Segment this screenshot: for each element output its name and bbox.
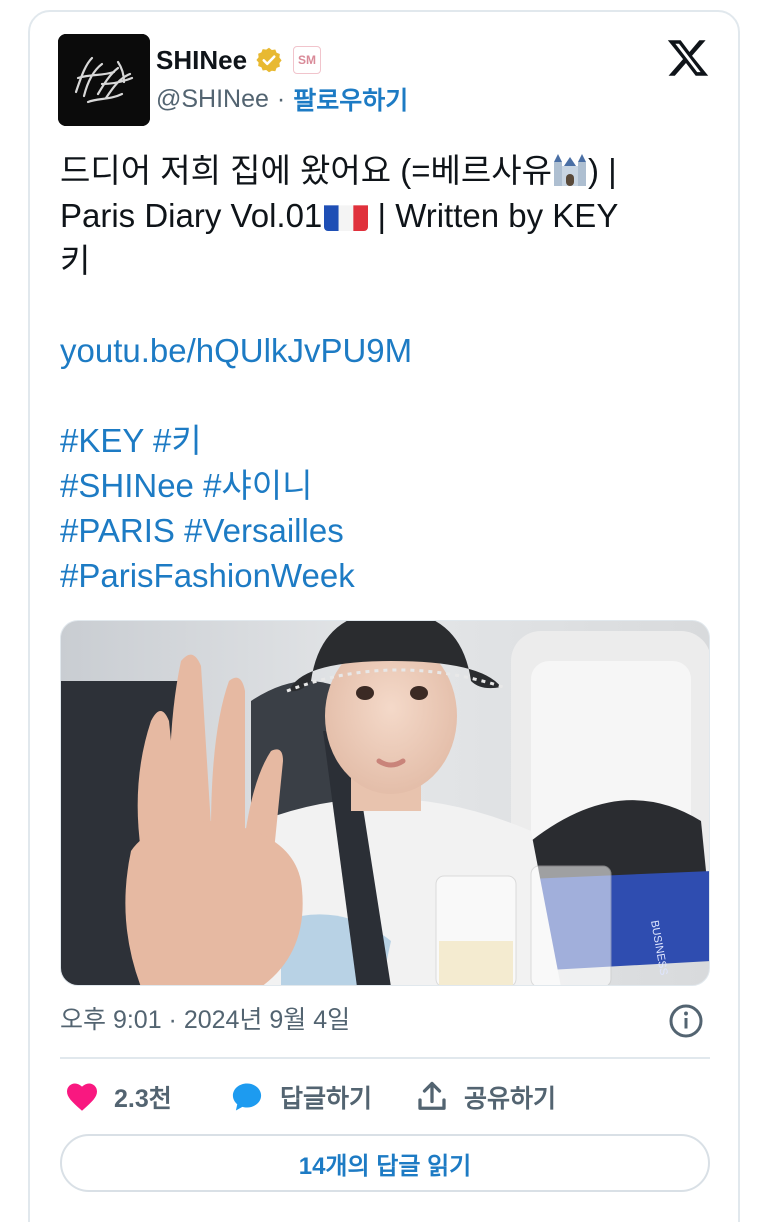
follow-button[interactable]: 팔로우하기 (293, 81, 408, 117)
account-name-row: SHINee SM (156, 42, 322, 78)
separator-dot: · (276, 84, 286, 113)
divider (60, 1057, 710, 1059)
tweet-line-2: Paris Diary Vol.01 | Written by KEY (60, 193, 700, 238)
account-handle[interactable]: @SHINee (156, 85, 269, 114)
tweet-timestamp[interactable]: 오후 9:01 · 2024년 9월 4일 (60, 1002, 350, 1038)
verified-badge-icon (256, 47, 282, 73)
affiliate-badge-label: SM (298, 53, 317, 67)
affiliate-badge[interactable]: SM (293, 46, 322, 74)
share-button[interactable]: 공유하기 (414, 1074, 556, 1120)
youtube-link[interactable]: youtu.be/hQUlkJvPU9M (60, 328, 700, 373)
heart-icon (67, 1083, 97, 1111)
reply-button[interactable]: 답글하기 (228, 1074, 372, 1120)
hashtag-line[interactable]: #PARIS #Versailles (60, 508, 700, 553)
tweet-line-1: 드디어 저희 집에 왔어요 (=베르사유 ) | (60, 148, 700, 193)
avatar[interactable] (58, 34, 150, 126)
like-button[interactable]: 2.3천 (64, 1074, 172, 1120)
tweet-text-segment: Paris Diary Vol.01 (60, 197, 323, 234)
reply-label: 답글하기 (280, 1085, 373, 1113)
action-bar: 2.3천 답글하기 공유하기 (60, 1074, 710, 1120)
hashtag-line[interactable]: #SHINee #샤이니 (60, 463, 700, 508)
x-logo-icon[interactable] (666, 36, 710, 80)
info-icon[interactable] (668, 1003, 704, 1039)
speech-bubble-icon (232, 1083, 262, 1111)
tweet-text-segment: | Written by KEY (368, 197, 619, 234)
handle-row: @SHINee · 팔로우하기 (156, 82, 408, 116)
read-replies-button[interactable]: 14개의 답글 읽기 (60, 1134, 710, 1192)
tweet-line-3: 키 (60, 242, 91, 279)
tweet-photo[interactable]: BUSINESS (60, 620, 710, 986)
hashtag-line[interactable]: #ParisFashionWeek (60, 553, 700, 598)
like-count: 2.3천 (114, 1085, 172, 1113)
hashtag-line[interactable]: #KEY #키 (60, 418, 700, 463)
read-replies-label: 14개의 답글 읽기 (298, 1152, 472, 1180)
tweet-text: 드디어 저희 집에 왔어요 (=베르사유 ) | Paris Diary Vol… (60, 148, 700, 598)
share-label: 공유하기 (464, 1085, 557, 1113)
share-icon (418, 1081, 446, 1110)
account-name[interactable]: SHINee (156, 45, 247, 76)
tweet-text-segment: 드디어 저희 집에 왔어요 (=베르사유 (60, 152, 552, 189)
france-flag-icon (324, 201, 369, 231)
castle-emoji-icon (553, 154, 586, 186)
tweet-text-segment: ) | (587, 152, 617, 189)
